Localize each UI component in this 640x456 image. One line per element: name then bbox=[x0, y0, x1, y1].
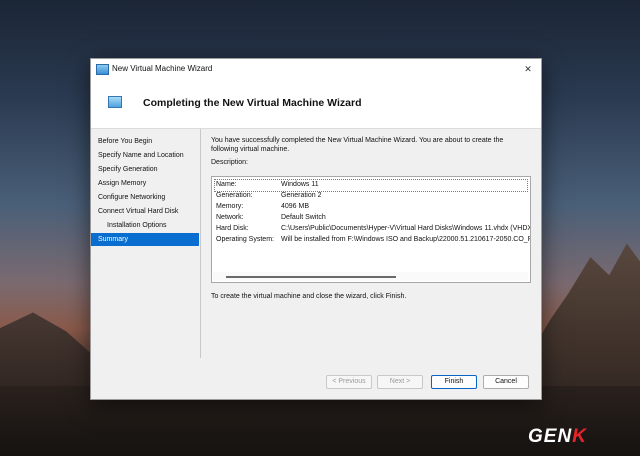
description-value: Will be installed from F:\Windows ISO an… bbox=[281, 236, 531, 243]
finish-instruction: To create the virtual machine and close … bbox=[211, 293, 407, 300]
description-label: Description: bbox=[211, 159, 248, 166]
description-key: Generation: bbox=[216, 192, 253, 199]
wizard-heading: Completing the New Virtual Machine Wizar… bbox=[143, 97, 362, 109]
step-configure-networking[interactable]: Configure Networking bbox=[91, 191, 199, 204]
step-specify-name-location[interactable]: Specify Name and Location bbox=[91, 149, 199, 162]
wizard-body: Before You Begin Specify Name and Locati… bbox=[91, 128, 541, 368]
step-summary[interactable]: Summary bbox=[91, 233, 199, 246]
horizontal-scrollbar[interactable] bbox=[213, 272, 528, 281]
description-value: 4096 MB bbox=[281, 203, 310, 210]
title-bar[interactable]: New Virtual Machine Wizard ✕ bbox=[91, 59, 541, 79]
button-bar: < Previous Next > Finish Cancel bbox=[91, 367, 541, 399]
window-title: New Virtual Machine Wizard bbox=[112, 64, 213, 73]
logo-accent: K bbox=[572, 426, 587, 447]
finish-button[interactable]: Finish bbox=[431, 375, 477, 389]
description-box[interactable]: Name: Windows 11 Generation: Generation … bbox=[211, 176, 531, 283]
genk-logo: GENK bbox=[528, 426, 587, 448]
cancel-button[interactable]: Cancel bbox=[483, 375, 529, 389]
description-value: Windows 11 bbox=[281, 181, 319, 188]
description-value: Default Switch bbox=[281, 214, 326, 221]
step-connect-virtual-hard-disk[interactable]: Connect Virtual Hard Disk bbox=[91, 205, 199, 218]
close-button[interactable]: ✕ bbox=[515, 59, 541, 79]
summary-content: You have successfully completed the New … bbox=[211, 129, 533, 358]
step-specify-generation[interactable]: Specify Generation bbox=[91, 163, 199, 176]
wizard-steps-nav: Before You Begin Specify Name and Locati… bbox=[91, 129, 201, 358]
wizard-window: New Virtual Machine Wizard ✕ Completing … bbox=[90, 58, 542, 400]
hyperv-app-icon bbox=[96, 64, 109, 75]
description-key: Operating System: bbox=[216, 236, 274, 243]
scrollbar-thumb[interactable] bbox=[226, 276, 396, 278]
description-value: C:\Users\Public\Documents\Hyper-V\Virtua… bbox=[281, 225, 531, 232]
wizard-header-icon bbox=[108, 96, 122, 108]
previous-button[interactable]: < Previous bbox=[326, 375, 372, 389]
step-assign-memory[interactable]: Assign Memory bbox=[91, 177, 199, 190]
step-installation-options[interactable]: Installation Options bbox=[91, 219, 199, 232]
description-key: Memory: bbox=[216, 203, 244, 210]
description-value: Generation 2 bbox=[281, 192, 322, 199]
description-key: Name: bbox=[216, 181, 237, 188]
description-key: Hard Disk: bbox=[216, 225, 249, 232]
description-key: Network: bbox=[216, 214, 244, 221]
next-button[interactable]: Next > bbox=[377, 375, 423, 389]
step-before-you-begin[interactable]: Before You Begin bbox=[91, 135, 199, 148]
completion-message: You have successfully completed the New … bbox=[211, 137, 504, 153]
logo-text: GEN bbox=[528, 426, 573, 447]
